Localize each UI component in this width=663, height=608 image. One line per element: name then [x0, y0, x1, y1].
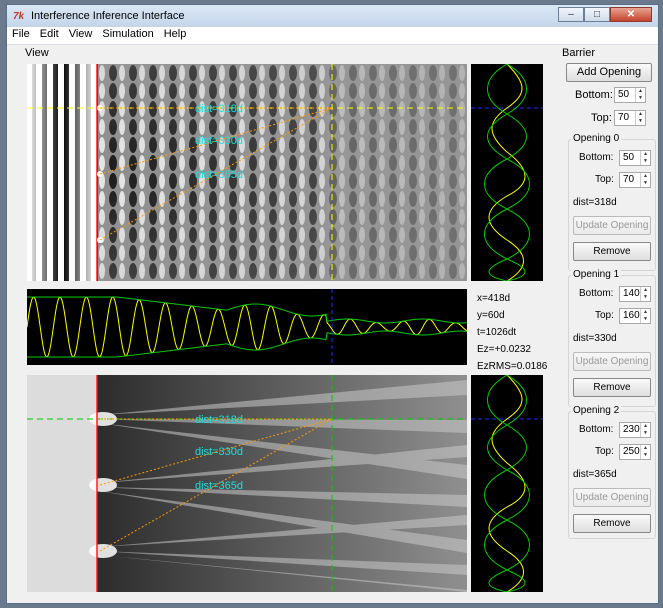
- close-button[interactable]: ✕: [610, 7, 652, 22]
- menu-edit[interactable]: Edit: [35, 27, 64, 44]
- opening-2-dist: dist=365d: [573, 469, 617, 480]
- barrier-bottom-value: 50: [618, 89, 630, 100]
- window-controls: – □ ✕: [558, 7, 652, 23]
- barrier-group-label: Barrier: [562, 47, 596, 59]
- opening-0-remove-button[interactable]: Remove: [573, 242, 651, 261]
- horizontal-slice-panel: [27, 289, 467, 365]
- menu-view[interactable]: View: [64, 27, 98, 44]
- readout-ezrms: EzRMS=0.0186: [477, 361, 548, 372]
- horizontal-slice-canvas: [27, 289, 467, 365]
- readout-ez: Ez=+0.0232: [477, 344, 531, 355]
- readout-x: x=418d: [477, 293, 511, 304]
- vertical-slice-bottom-canvas: [471, 375, 543, 592]
- dist-label-0: dist=318d: [195, 103, 243, 115]
- opening-1-bottom-spinner[interactable]: 140 ▲ ▼: [619, 286, 651, 302]
- opening-1-remove-button[interactable]: Remove: [573, 378, 651, 397]
- opening-2-bottom-value: 230: [623, 424, 640, 435]
- opening-1-bottom-label: Bottom:: [579, 288, 614, 299]
- spinner-arrows-icon[interactable]: ▲ ▼: [640, 173, 650, 187]
- opening-0-top-spinner[interactable]: 70 ▲ ▼: [619, 172, 651, 188]
- field-view-canvas: dist=318d dist=330d dist=365d: [27, 64, 467, 281]
- opening-2-top-label: Top:: [595, 446, 614, 457]
- opening-1-dist: dist=330d: [573, 333, 617, 344]
- add-opening-button[interactable]: Add Opening: [566, 63, 652, 82]
- opening-2-title: Opening 2: [571, 405, 622, 416]
- spinner-arrows-icon[interactable]: ▲ ▼: [640, 445, 650, 459]
- readout-y: y=60d: [477, 310, 505, 321]
- window-title: Interference Inference Interface: [31, 10, 185, 22]
- opening-1-bottom-value: 140: [623, 288, 640, 299]
- opening-0-group: Opening 0 Bottom: 50 ▲ ▼ Top: 70 ▲ ▼ dist=31…: [568, 133, 656, 271]
- menu-bar: File Edit View Simulation Help: [7, 27, 658, 45]
- barrier-bottom-label: Bottom:: [575, 89, 613, 101]
- maximize-button[interactable]: □: [584, 7, 610, 22]
- spinner-arrows-icon[interactable]: ▲ ▼: [640, 309, 650, 323]
- opening-0-title: Opening 0: [571, 133, 622, 144]
- opening-1-top-value: 160: [623, 310, 640, 321]
- spinner-arrows-icon[interactable]: ▲ ▼: [635, 88, 645, 102]
- rms-view-canvas: dist=318d dist=330d dist=365d: [27, 375, 467, 592]
- opening-2-group: Opening 2 Bottom: 230 ▲ ▼ Top: 250 ▲ ▼ dist=…: [568, 405, 656, 539]
- app-logo-icon: 7k: [13, 11, 25, 22]
- readout-t: t=1026dt: [477, 327, 517, 338]
- opening-2-bottom-label: Bottom:: [579, 424, 614, 435]
- opening-0-bottom-spinner[interactable]: 50 ▲ ▼: [619, 150, 651, 166]
- field-view-panel[interactable]: dist=318d dist=330d dist=365d: [27, 64, 467, 281]
- barrier-top-value: 70: [618, 112, 630, 123]
- spinner-arrows-icon[interactable]: ▲ ▼: [640, 151, 650, 165]
- rms-view-panel[interactable]: dist=318d dist=330d dist=365d: [27, 375, 467, 592]
- barrier-top-spinner[interactable]: 70 ▲ ▼: [614, 110, 646, 126]
- opening-1-group: Opening 1 Bottom: 140 ▲ ▼ Top: 160 ▲ ▼ dist=…: [568, 269, 656, 407]
- opening-0-bottom-label: Bottom:: [579, 152, 614, 163]
- barrier-top-label: Top:: [591, 112, 612, 124]
- opening-1-update-button[interactable]: Update Opening: [573, 352, 651, 371]
- vertical-slice-top: [471, 64, 543, 281]
- menu-help[interactable]: Help: [159, 27, 192, 44]
- opening-0-dist: dist=318d: [573, 197, 617, 208]
- barrier-bottom-spinner[interactable]: 50 ▲ ▼: [614, 87, 646, 103]
- opening-2-top-value: 250: [623, 446, 640, 457]
- spinner-arrows-icon[interactable]: ▲ ▼: [640, 423, 650, 437]
- opening-0-top-value: 70: [623, 174, 635, 185]
- opening-2-bottom-spinner[interactable]: 230 ▲ ▼: [619, 422, 651, 438]
- rms-dist-label-0: dist=318d: [195, 414, 243, 426]
- opening-0-update-button[interactable]: Update Opening: [573, 216, 651, 235]
- opening-1-top-spinner[interactable]: 160 ▲ ▼: [619, 308, 651, 324]
- opening-2-top-spinner[interactable]: 250 ▲ ▼: [619, 444, 651, 460]
- vertical-slice-bottom: [471, 375, 543, 592]
- opening-1-top-label: Top:: [595, 310, 614, 321]
- dist-label-1: dist=330d: [195, 135, 243, 147]
- barrier-panel: Barrier Add Opening Bottom: 50 ▲ ▼ Top: 70…: [562, 47, 656, 607]
- title-bar: 7k Interference Inference Interface – □ …: [7, 5, 658, 27]
- menu-file[interactable]: File: [7, 27, 35, 44]
- opening-1-title: Opening 1: [571, 269, 622, 280]
- opening-0-top-label: Top:: [595, 174, 614, 185]
- spinner-arrows-icon[interactable]: ▲ ▼: [635, 111, 645, 125]
- dist-label-2: dist=365d: [195, 169, 243, 181]
- spinner-arrows-icon[interactable]: ▲ ▼: [640, 287, 650, 301]
- menu-simulation[interactable]: Simulation: [97, 27, 158, 44]
- app-window: 7k Interference Inference Interface – □ …: [6, 4, 659, 604]
- opening-0-bottom-value: 50: [623, 152, 635, 163]
- incident-stripes: [27, 64, 96, 281]
- rms-dist-label-1: dist=330d: [195, 446, 243, 458]
- opening-2-update-button[interactable]: Update Opening: [573, 488, 651, 507]
- opening-2-remove-button[interactable]: Remove: [573, 514, 651, 533]
- view-group-label: View: [25, 47, 49, 59]
- vertical-slice-top-canvas: [471, 64, 543, 281]
- minimize-button[interactable]: –: [558, 7, 584, 22]
- rms-dist-label-2: dist=365d: [195, 480, 243, 492]
